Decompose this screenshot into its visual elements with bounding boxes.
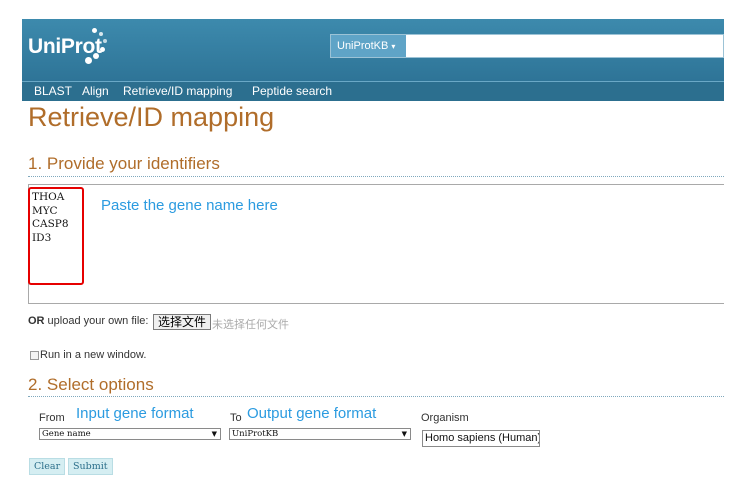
submit-button[interactable]: Submit — [68, 458, 113, 475]
section1-divider — [28, 176, 724, 177]
page-title: Retrieve/ID mapping — [28, 102, 275, 132]
choose-file-button[interactable]: 选择文件 — [153, 314, 212, 330]
nav-item-peptide-search[interactable]: Peptide search — [252, 84, 332, 98]
chevron-down-icon: ▼ — [401, 430, 407, 438]
run-new-window-checkbox[interactable] — [30, 351, 39, 360]
to-select[interactable]: UniProtKB ▼ — [229, 428, 411, 440]
to-select-value: UniProtKB — [232, 429, 279, 439]
section2-title: 2. Select options — [28, 375, 154, 394]
upload-label: OR upload your own file: — [28, 315, 148, 327]
logo-dots-icon — [78, 26, 108, 64]
nav-item-blast[interactable]: BLAST — [34, 84, 72, 98]
search-bar: UniProtKB ▾ — [330, 34, 724, 58]
site-header: UniProt UniProtKB ▾ — [22, 19, 724, 81]
chevron-down-icon: ▾ — [391, 42, 396, 51]
input-format-annotation: Input gene format — [76, 405, 194, 422]
upload-or: OR — [28, 315, 45, 327]
clear-button[interactable]: Clear — [29, 458, 66, 475]
to-label: To — [230, 412, 242, 424]
organism-input[interactable]: Homo sapiens (Human) — [422, 430, 540, 447]
from-select[interactable]: Gene name ▼ — [39, 428, 221, 440]
from-label: From — [39, 412, 65, 424]
from-select-value: Gene name — [42, 429, 91, 439]
upload-label-text: upload your own file: — [44, 315, 149, 327]
organism-label: Organism — [421, 412, 469, 424]
output-format-annotation: Output gene format — [247, 405, 377, 422]
nav-item-retrieve-id-mapping[interactable]: Retrieve/ID mapping — [123, 84, 232, 98]
chevron-down-icon: ▼ — [211, 430, 217, 438]
run-new-window-label: Run in a new window. — [40, 349, 147, 361]
database-select[interactable]: UniProtKB ▾ — [331, 35, 406, 57]
nav-item-align[interactable]: Align — [82, 84, 109, 98]
file-status: 未选择任何文件 — [212, 319, 289, 331]
highlight-box — [28, 187, 84, 285]
search-input[interactable] — [407, 35, 723, 57]
section2-divider — [28, 396, 724, 397]
section1-title: 1. Provide your identifiers — [28, 154, 220, 173]
paste-annotation: Paste the gene name here — [101, 197, 278, 214]
main-nav: BLAST Align Retrieve/ID mapping Peptide … — [22, 81, 724, 101]
database-select-label: UniProtKB — [337, 40, 389, 52]
